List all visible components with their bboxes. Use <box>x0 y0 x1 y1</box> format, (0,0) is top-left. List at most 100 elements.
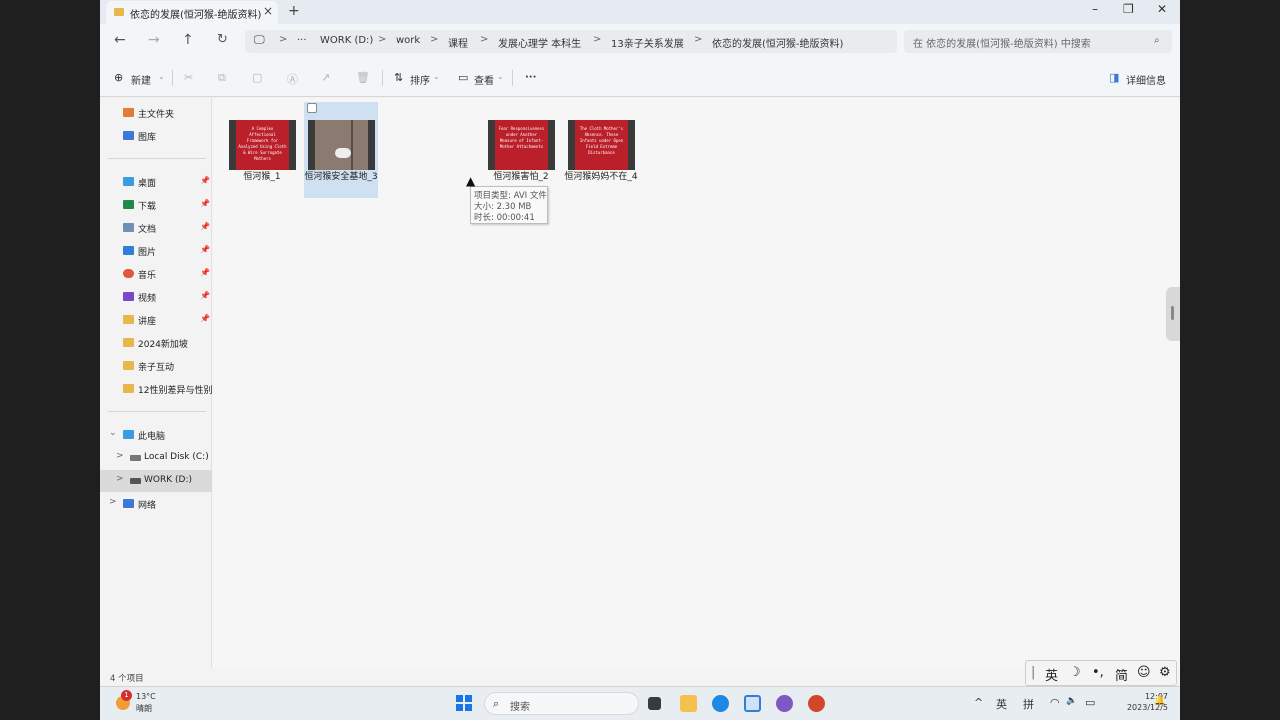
file-explorer-icon[interactable] <box>680 695 697 712</box>
chevron-down-icon: ⌄ <box>497 72 504 81</box>
back-button[interactable]: ← <box>114 32 126 48</box>
details-button[interactable]: 详细信息 <box>1126 72 1166 87</box>
sidebar-item-lectures[interactable]: 讲座 📌 <box>100 309 212 331</box>
breadcrumb-item[interactable]: 发展心理学 本科生 <box>498 35 581 50</box>
sidebar-item-work-drive[interactable]: > WORK (D:) <box>100 470 212 492</box>
sidebar-item-folder[interactable]: 亲子互动 <box>100 355 212 377</box>
new-tab-button[interactable]: + <box>288 3 300 19</box>
forward-button[interactable]: → <box>148 32 160 48</box>
tray-language[interactable]: 英 <box>996 696 1007 712</box>
sidebar-item-gallery[interactable]: 图库 <box>100 125 212 147</box>
chevron-down-icon[interactable]: ⌄ <box>109 428 117 438</box>
pin-icon[interactable]: 📌 <box>200 268 210 277</box>
windows-logo-icon <box>465 695 472 702</box>
breadcrumb-item[interactable]: work <box>396 35 420 46</box>
copilot-icon[interactable] <box>776 695 793 712</box>
breadcrumb[interactable]: 🖵 > ··· WORK (D:) > work > 课程 > 发展心理学 本科… <box>245 30 897 53</box>
item-count: 4 个项目 <box>110 674 144 684</box>
explorer-tab[interactable]: 依恋的发展(恒河猴-绝版资料) × <box>106 1 278 24</box>
pin-icon[interactable]: 📌 <box>200 245 210 254</box>
taskbar: 1 13°C 晴朗 ⌕ 搜索 ^ 英 拼 ◠ 🔈 ▭ 12:07 2023/12… <box>100 686 1180 720</box>
battery-icon[interactable]: ▭ <box>1085 696 1095 709</box>
pin-icon[interactable]: 📌 <box>200 222 210 231</box>
paste-icon[interactable]: ▢ <box>252 71 262 84</box>
ime-simplified-toggle[interactable]: 简 <box>1115 665 1128 684</box>
breadcrumb-item[interactable]: WORK (D:) <box>320 35 373 46</box>
sidebar-item-label: 图库 <box>138 133 157 143</box>
search-input[interactable]: 在 依恋的发展(恒河猴-绝版资料) 中搜索 ⌕ <box>904 30 1172 53</box>
sidebar-item-folder[interactable]: 2024新加坡 <box>100 332 212 354</box>
chevron-right-icon[interactable]: > <box>116 474 124 484</box>
chevron-right-icon[interactable]: > <box>116 451 124 461</box>
ime-emoji-icon[interactable]: ☺ <box>1137 665 1151 680</box>
new-button[interactable]: 新建 <box>131 72 151 87</box>
sidebar-item-downloads[interactable]: 下载 📌 <box>100 194 212 216</box>
cut-icon[interactable]: ✂ <box>184 71 193 84</box>
file-item[interactable]: The Cloth Mother's Absence. These Infant… <box>564 118 638 198</box>
file-name: 恒河猴_1 <box>243 172 281 182</box>
pin-icon[interactable]: 📌 <box>200 314 210 323</box>
select-checkbox[interactable] <box>307 103 317 113</box>
powerpoint-icon[interactable] <box>808 695 825 712</box>
copy-icon[interactable]: ⧉ <box>218 71 226 85</box>
taskbar-search[interactable]: ⌕ 搜索 <box>484 692 639 715</box>
video-thumbnail: Fear Responsiveness under Another Measur… <box>488 120 555 170</box>
task-view-icon[interactable] <box>648 697 661 710</box>
ime-language-toggle[interactable]: 英 <box>1045 665 1058 684</box>
sidebar-item-music[interactable]: 音乐 📌 <box>100 263 212 285</box>
pin-icon[interactable]: 📌 <box>200 291 210 300</box>
pin-icon[interactable]: 📌 <box>200 199 210 208</box>
sidebar-item-network[interactable]: > 网络 <box>100 493 212 515</box>
sidebar-item-label: 图片 <box>138 248 157 258</box>
sidebar-item-documents[interactable]: 文档 📌 <box>100 217 212 239</box>
side-panel-handle[interactable] <box>1166 287 1180 341</box>
ime-punctuation-icon[interactable]: •, <box>1092 665 1104 680</box>
file-info-tooltip: 项目类型: AVI 文件 大小: 2.30 MB 时长: 00:00:41 <box>470 186 548 224</box>
sidebar-item-desktop[interactable]: 桌面 📌 <box>100 171 212 193</box>
file-list-area[interactable]: A Complex Affectional Framework for Anal… <box>213 98 1180 668</box>
sort-button[interactable]: 排序 <box>410 72 430 87</box>
sidebar-item-pictures[interactable]: 图片 📌 <box>100 240 212 262</box>
up-button[interactable]: ↑ <box>182 32 194 48</box>
tray-ime[interactable]: 拼 <box>1023 696 1034 712</box>
file-item-selected[interactable]: 恒河猴安全基地_3 <box>304 102 378 198</box>
store-icon[interactable] <box>744 695 761 712</box>
refresh-button[interactable]: ↻ <box>217 32 228 47</box>
volume-icon[interactable]: 🔈 <box>1066 696 1077 706</box>
mouse-cursor-icon: ▲ <box>466 174 476 188</box>
rename-icon[interactable]: Ⓐ <box>287 71 298 87</box>
sidebar-item-folder[interactable]: 12性别差异与性别角 <box>100 378 212 400</box>
view-button[interactable]: 查看 <box>474 72 494 87</box>
share-icon[interactable]: ↗ <box>321 71 330 84</box>
sidebar-item-home[interactable]: 主文件夹 <box>100 102 212 124</box>
delete-icon[interactable]: 🗑 <box>356 71 370 84</box>
more-options-button[interactable]: ··· <box>525 72 536 83</box>
video-thumbnail: A Complex Affectional Framework for Anal… <box>229 120 296 170</box>
tray-overflow-icon[interactable]: ^ <box>974 696 983 709</box>
edge-browser-icon[interactable] <box>712 695 729 712</box>
chevron-right-icon[interactable]: > <box>109 497 117 507</box>
pin-icon[interactable]: 📌 <box>200 176 210 185</box>
breadcrumb-item-current[interactable]: 依恋的发展(恒河猴-绝版资料) <box>712 35 843 50</box>
start-button[interactable] <box>456 695 472 711</box>
ime-moon-icon[interactable]: ☽ <box>1069 665 1081 680</box>
file-item[interactable]: A Complex Affectional Framework for Anal… <box>225 118 299 198</box>
sidebar-item-label: WORK (D:) <box>144 475 192 485</box>
maximize-button[interactable]: ❐ <box>1123 2 1134 16</box>
close-window-button[interactable]: ✕ <box>1157 2 1167 16</box>
breadcrumb-item[interactable]: 13亲子关系发展 <box>611 35 684 50</box>
grip-icon <box>1171 306 1174 320</box>
breadcrumb-item[interactable]: 课程 <box>448 35 468 50</box>
sidebar-item-this-pc[interactable]: ⌄ 此电脑 <box>100 424 212 446</box>
sidebar-item-label: 视频 <box>138 294 157 304</box>
thumbnail-caption: The Cloth Mother's Absence. These Infant… <box>579 126 624 155</box>
tab-close-icon[interactable]: × <box>263 4 273 18</box>
notification-bell-icon[interactable]: 🔔 <box>1154 696 1165 706</box>
minimize-button[interactable]: – <box>1092 2 1098 16</box>
wifi-icon[interactable]: ◠ <box>1050 696 1060 709</box>
sidebar-item-videos[interactable]: 视频 📌 <box>100 286 212 308</box>
ime-settings-icon[interactable]: ⚙ <box>1159 665 1171 680</box>
sidebar-item-local-disk[interactable]: > Local Disk (C:) <box>100 447 212 469</box>
command-bar: ⊕ 新建 ⌄ ✂ ⧉ ▢ Ⓐ ↗ 🗑 ⇅ 排序 ⌄ ▭ 查看 ⌄ ··· ◨ 详… <box>100 60 1180 97</box>
breadcrumb-more[interactable]: ··· <box>297 35 307 46</box>
